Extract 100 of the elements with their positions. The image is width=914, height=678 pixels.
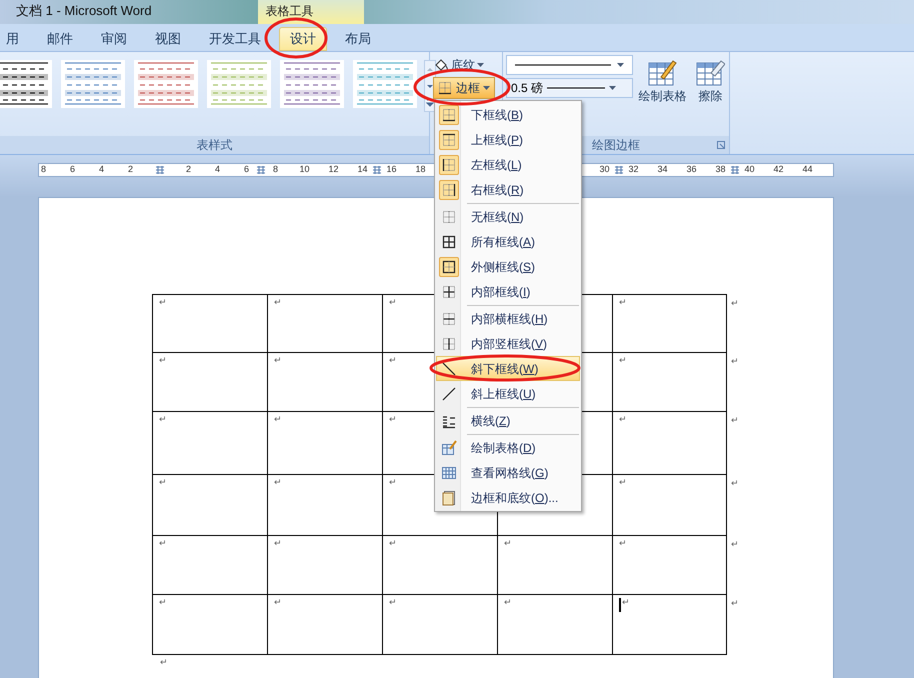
ruler-number: 38 [714, 163, 726, 176]
table-style-thumbnail[interactable] [280, 60, 344, 108]
ruler-number: 8 [272, 163, 279, 176]
ruler-number: 40 [743, 163, 756, 176]
table-cell[interactable]: ↵ [152, 352, 267, 411]
ruler-number: 14 [356, 163, 368, 176]
table-cell[interactable]: ↵ [612, 294, 727, 352]
menu-item[interactable]: 上框线(P) [436, 127, 580, 152]
row-end-mark: ↵ [731, 298, 739, 310]
menu-item[interactable]: 内部横框线(H) [436, 306, 580, 331]
eraser-button[interactable]: 擦除 [692, 55, 729, 136]
ruler-number: 34 [656, 163, 668, 176]
caret-icon [477, 63, 484, 67]
draw-table-button[interactable]: 绘制表格 [637, 55, 688, 136]
ruler-number: 36 [685, 163, 698, 176]
caret-icon [483, 86, 490, 90]
paragraph-mark: ↵ [619, 477, 627, 487]
table-cell[interactable]: ↵ [267, 352, 382, 411]
table-style-thumbnail[interactable] [134, 60, 198, 108]
table-style-thumbnail[interactable] [61, 60, 125, 108]
table-cell[interactable]: ↵ [612, 474, 727, 535]
column-marker-icon[interactable] [256, 165, 266, 175]
table-cell[interactable]: ↵ [152, 411, 267, 474]
menu-item[interactable]: 绘制表格(D) [436, 435, 580, 460]
column-marker-icon[interactable] [614, 165, 624, 175]
menu-item[interactable]: 无框线(N) [436, 204, 580, 229]
table-cell[interactable]: ↵ [267, 294, 382, 352]
menu-item[interactable]: 边框和底纹(O)... [436, 485, 580, 510]
ribbon-tab[interactable]: 设计 [279, 27, 327, 51]
paragraph-mark: ↵ [389, 538, 397, 548]
contextual-tab-group: 表格工具 [258, 0, 364, 24]
menu-item[interactable]: 内部框线(I) [436, 279, 580, 304]
line-weight-dropdown[interactable]: 0.5 磅 [506, 78, 633, 98]
table-cell[interactable]: ↵ [612, 352, 727, 411]
row-end-mark: ↵ [731, 478, 739, 490]
menu-item[interactable]: 查看网格线(G) [436, 460, 580, 485]
table-cell[interactable]: ↵ [267, 474, 382, 535]
borders-button[interactable]: 边框 [433, 77, 495, 99]
table-cell[interactable]: ↵ [382, 594, 497, 655]
ruler-number: 2 [126, 163, 134, 176]
ribbon-tab[interactable]: 视图 [145, 27, 191, 51]
menu-item[interactable]: 横线(Z) [436, 408, 580, 433]
table-cell[interactable]: ↵ [152, 474, 267, 535]
ruler-number: 6 [242, 163, 250, 176]
column-marker-icon[interactable] [154, 165, 164, 175]
paragraph-mark: ↵ [159, 477, 167, 487]
table-cell[interactable]: ↵ [152, 594, 267, 655]
table-cell[interactable]: ↵ [152, 535, 267, 594]
menu-item[interactable]: 斜上框线(U) [436, 381, 580, 406]
menu-item[interactable]: 内部竖框线(V) [436, 331, 580, 356]
ruler-number: 4 [98, 163, 105, 176]
table-style-thumbnail[interactable] [207, 60, 271, 108]
menu-item[interactable]: 左框线(L) [436, 152, 580, 177]
line-style-dropdown[interactable] [506, 55, 633, 75]
ruler-number: 30 [598, 163, 610, 176]
table-cell[interactable]: ↵ [612, 411, 727, 474]
table-cell[interactable]: ↵ [612, 535, 727, 594]
table-cell[interactable]: ↵ [267, 535, 382, 594]
paragraph-mark: ↵ [504, 538, 512, 548]
menu-item[interactable]: 右框线(R) [436, 177, 580, 202]
ribbon-tab[interactable]: 审阅 [91, 27, 137, 51]
ribbon-tab[interactable]: 布局 [335, 27, 381, 51]
paragraph-mark: ↵ [160, 657, 169, 667]
paragraph-mark: ↵ [619, 297, 627, 307]
paragraph-mark: ↵ [389, 297, 397, 307]
table-cell[interactable]: ↵ [152, 294, 267, 352]
table-cell[interactable]: ↵ [497, 594, 612, 655]
menu-item[interactable]: 下框线(B) [436, 102, 580, 127]
ribbon-tab[interactable]: 用 [0, 27, 29, 51]
menu-item[interactable]: 所有框线(A) [436, 229, 580, 254]
caret-icon [617, 63, 624, 67]
table-style-thumbnail[interactable] [353, 60, 417, 108]
table-cell[interactable]: ↵ [382, 535, 497, 594]
row-end-mark: ↵ [731, 356, 739, 368]
annotation-ellipse [264, 17, 328, 59]
paragraph-mark: ↵ [389, 414, 397, 424]
table-cell[interactable]: ↵ [267, 411, 382, 474]
column-marker-icon[interactable] [730, 165, 740, 175]
ribbon-tab[interactable]: 开发工具 [199, 27, 271, 51]
column-marker-icon[interactable] [372, 165, 382, 175]
table-style-thumbnail[interactable] [0, 60, 52, 108]
window-title: 文档 1 - Microsoft Word [16, 2, 152, 20]
menu-item[interactable]: 外侧框线(S) [436, 254, 580, 279]
table-cell[interactable]: ↵ [497, 535, 612, 594]
table-cell[interactable]: ↵ [267, 594, 382, 655]
row-end-mark: ↵ [731, 598, 739, 610]
paragraph-mark: ↵ [159, 597, 167, 607]
table-cell[interactable]: ↵ [612, 594, 727, 655]
paragraph-mark: ↵ [622, 597, 630, 607]
paragraph-mark: ↵ [274, 414, 282, 424]
ruler-number: 12 [327, 163, 340, 176]
paint-bucket-icon [433, 58, 449, 72]
ruler-number: 10 [298, 163, 310, 176]
paragraph-mark: ↵ [389, 477, 397, 487]
dialog-launcher-icon[interactable] [717, 141, 725, 149]
paragraph-mark: ↵ [274, 477, 282, 487]
paragraph-mark: ↵ [619, 538, 627, 548]
paragraph-mark: ↵ [159, 355, 167, 365]
ribbon-tab[interactable]: 邮件 [37, 27, 83, 51]
paragraph-mark: ↵ [274, 297, 282, 307]
